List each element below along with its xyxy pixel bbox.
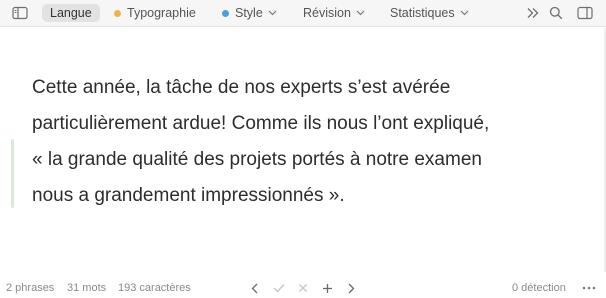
document-paragraph[interactable]: Cette année, la tâche de nos experts s’e… bbox=[32, 70, 592, 214]
word-count: 31 mots bbox=[67, 282, 107, 294]
tab-statistiques-label: Statistiques bbox=[390, 6, 455, 20]
tab-langue-label: Langue bbox=[50, 6, 92, 20]
previous-icon[interactable] bbox=[248, 281, 262, 295]
phrase-count: 2 phrases bbox=[6, 282, 55, 294]
tab-typographie[interactable]: Typographie bbox=[114, 4, 196, 22]
expand-icon[interactable] bbox=[525, 5, 541, 21]
tab-style[interactable]: Style bbox=[222, 4, 277, 22]
quote-marker bbox=[11, 139, 14, 208]
status-bar: 2 phrases 31 mots 193 caractères 0 détec… bbox=[0, 278, 606, 298]
paragraph-line: Cette année, la tâche de nos experts s’e… bbox=[32, 77, 451, 98]
sidebar-toggle-icon[interactable] bbox=[12, 5, 28, 21]
next-icon[interactable] bbox=[344, 281, 358, 295]
typographie-dot-icon bbox=[114, 9, 121, 17]
paragraph-line: « la grande qualité des projets portés à… bbox=[32, 149, 482, 170]
tab-statistiques[interactable]: Statistiques bbox=[390, 4, 469, 22]
detection-count: 0 détection bbox=[512, 282, 566, 294]
chevron-down-icon bbox=[460, 10, 469, 16]
document-area[interactable]: Cette année, la tâche de nos experts s’e… bbox=[0, 28, 606, 272]
tab-langue[interactable]: Langue bbox=[42, 4, 100, 22]
tab-style-label: Style bbox=[235, 6, 263, 20]
more-options-icon[interactable] bbox=[582, 281, 596, 295]
toolbar: Langue Typographie Style Révision Statis… bbox=[0, 0, 606, 27]
reject-icon[interactable] bbox=[296, 281, 310, 295]
character-count: 193 caractères bbox=[118, 282, 191, 294]
add-icon[interactable] bbox=[320, 281, 334, 295]
tab-revision-label: Révision bbox=[303, 6, 351, 20]
paragraph-line: particulièrement ardue! Comme ils nous l… bbox=[32, 113, 490, 134]
chevron-down-icon bbox=[356, 10, 365, 16]
chevron-down-icon bbox=[268, 10, 277, 16]
paragraph-line: nous a grandement impressionnés ». bbox=[32, 185, 345, 206]
accept-icon[interactable] bbox=[272, 281, 286, 295]
style-dot-icon bbox=[222, 9, 229, 17]
app-window: Langue Typographie Style Révision Statis… bbox=[0, 0, 606, 298]
search-icon[interactable] bbox=[548, 5, 564, 21]
right-panel-icon[interactable] bbox=[577, 5, 593, 21]
tab-typographie-label: Typographie bbox=[127, 6, 196, 20]
tab-revision[interactable]: Révision bbox=[303, 4, 365, 22]
